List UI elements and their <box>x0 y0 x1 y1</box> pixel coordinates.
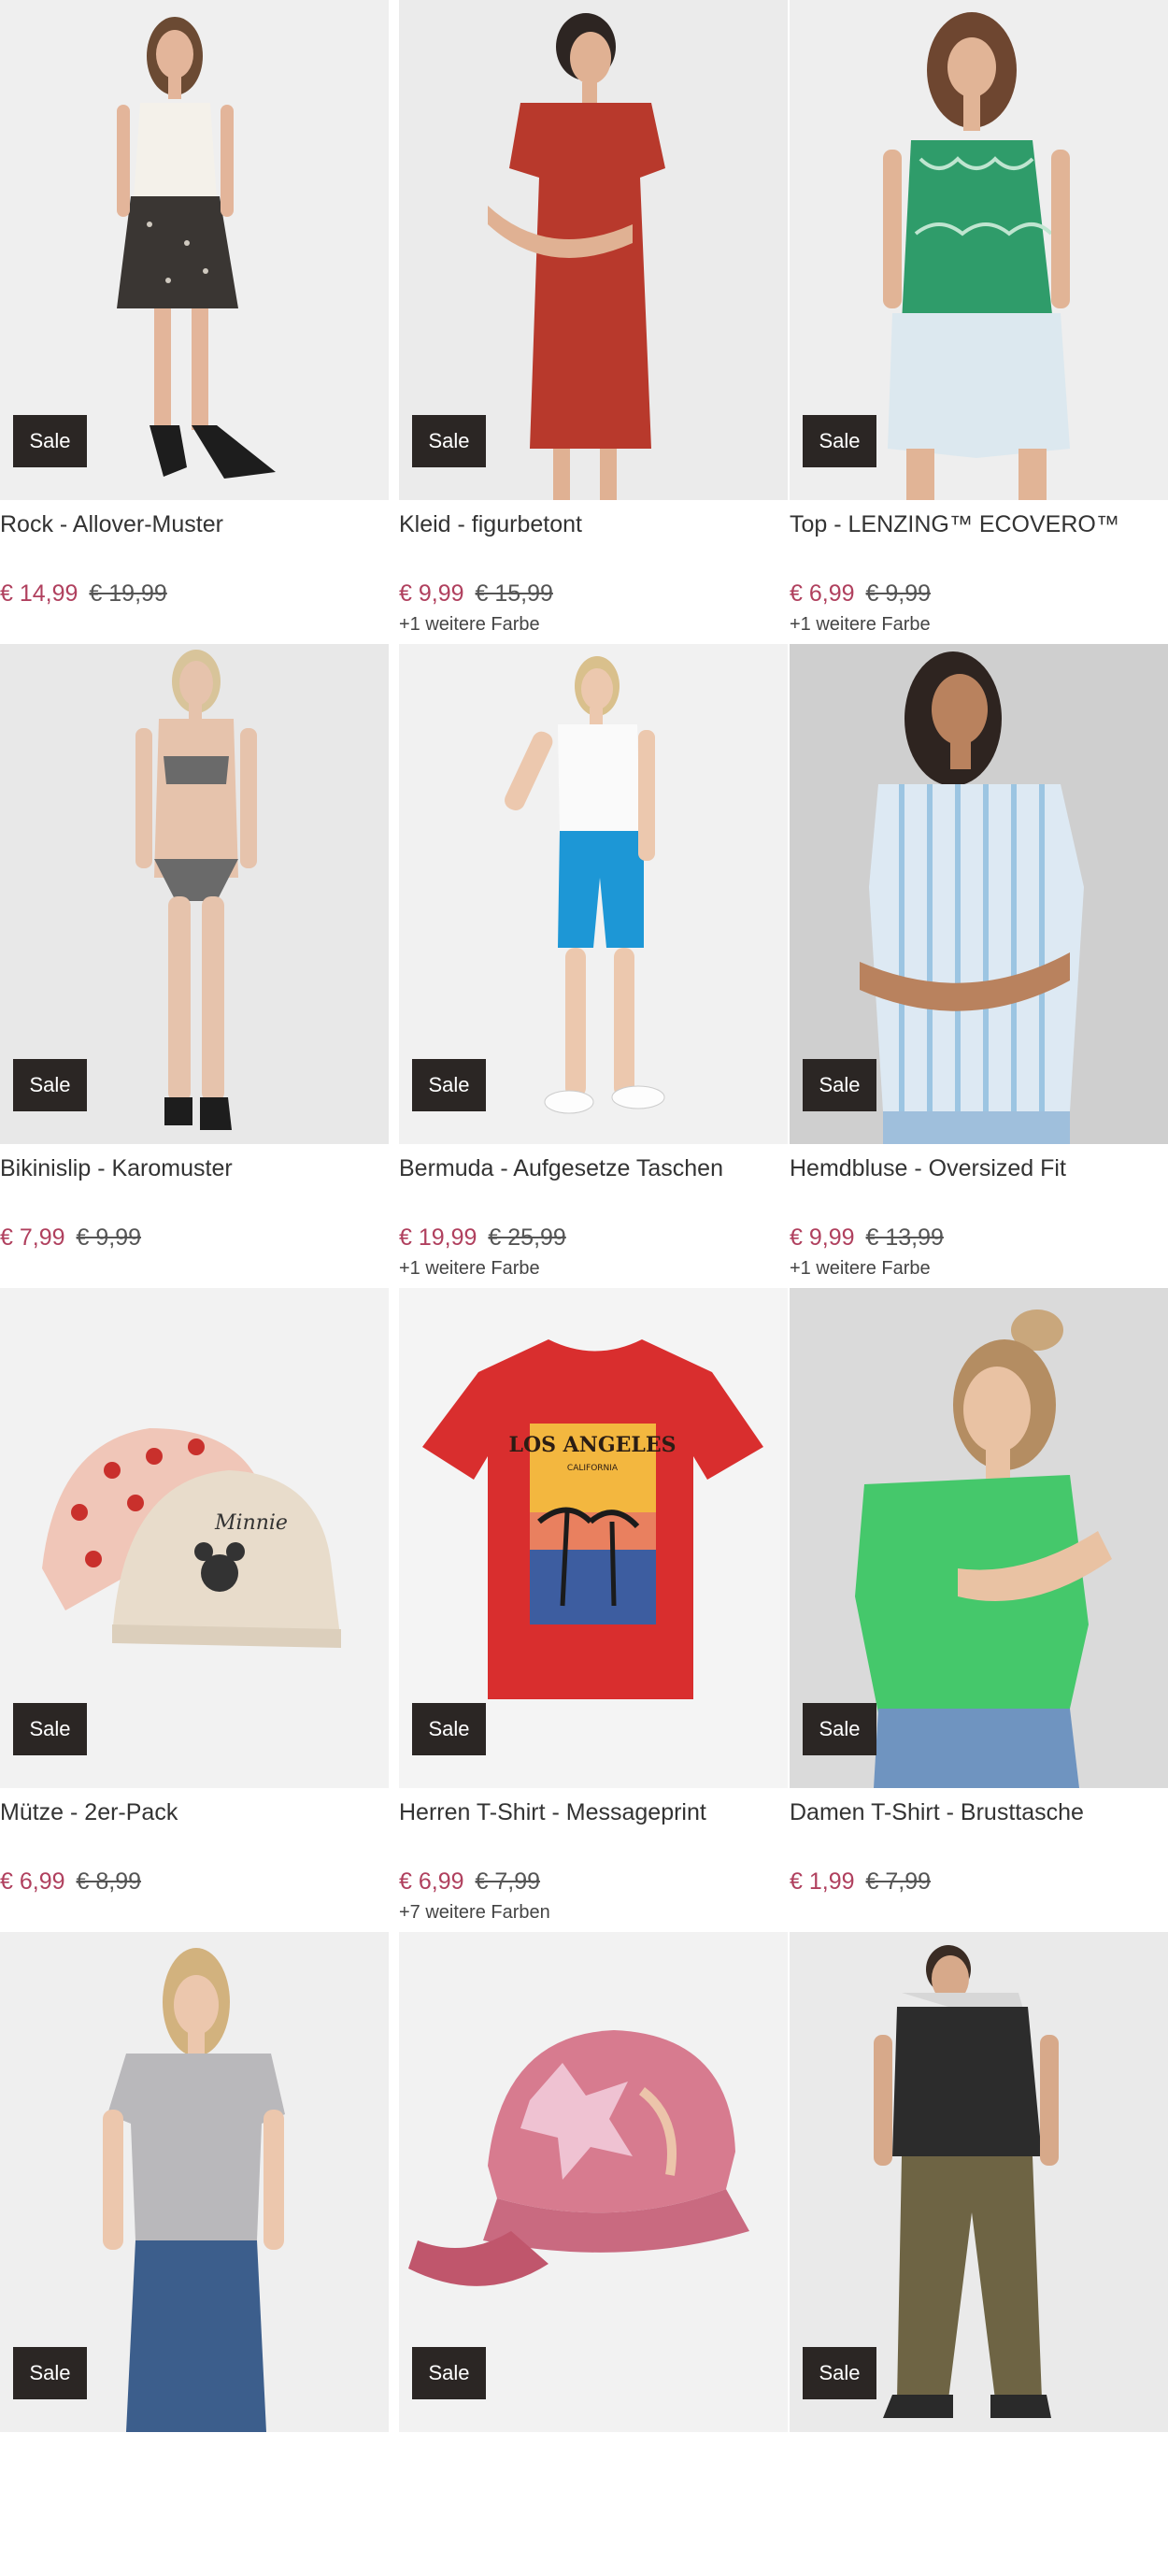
original-price: € 9,99 <box>865 580 932 607</box>
product-info: Kleid - figurbetont € 9,99 € 15,99 +1 wei… <box>389 509 779 637</box>
product-info: Bermuda - Aufgesetze Taschen € 19,99 € 25… <box>389 1153 779 1281</box>
more-colors-note[interactable]: +1 weitere Farbe <box>790 612 1168 637</box>
product-prices: € 6,99 € 7,99 <box>399 1867 779 1896</box>
product-image[interactable]: Sale <box>0 1932 389 2432</box>
sale-badge: Sale <box>803 2347 876 2399</box>
product-prices: € 1,99 € 7,99 <box>790 1867 1168 1896</box>
original-price: € 7,99 <box>865 1868 932 1895</box>
tshirt-print-line2: CALIFORNIA <box>567 1464 619 1473</box>
product-prices: € 14,99 € 19,99 <box>0 579 389 608</box>
sale-price: € 19,99 <box>399 1224 477 1251</box>
product-info: Damen T-Shirt - Brusttasche € 1,99 € 7,99 <box>779 1797 1168 1925</box>
sale-badge: Sale <box>412 2347 486 2399</box>
product-title[interactable]: Herren T-Shirt - Messageprint <box>399 1797 779 1827</box>
product-info: Bikinislip - Karomuster € 7,99 € 9,99 <box>0 1153 389 1281</box>
sale-badge: Sale <box>803 1703 876 1755</box>
product-title[interactable]: Rock - Allover-Muster <box>0 509 389 539</box>
product-card[interactable]: Sale Top - LENZING™ ECOVERO™ € 6,99 € 9,9… <box>779 0 1168 644</box>
original-price: € 13,99 <box>865 1224 944 1251</box>
sale-price: € 7,99 <box>0 1224 65 1251</box>
product-title[interactable]: Damen T-Shirt - Brusttasche <box>790 1797 1168 1827</box>
more-colors-note <box>790 1900 1168 1925</box>
product-image[interactable]: Sale <box>790 1932 1168 2432</box>
sale-badge: Sale <box>412 415 486 467</box>
product-info: Mütze - 2er-Pack € 6,99 € 8,99 <box>0 1797 389 1925</box>
sale-badge: Sale <box>13 2347 87 2399</box>
product-title[interactable]: Kleid - figurbetont <box>399 509 779 539</box>
product-image[interactable]: Sale <box>0 0 389 500</box>
sale-badge: Sale <box>13 1703 87 1755</box>
sale-badge: Sale <box>803 415 876 467</box>
product-card[interactable]: LOS ANGELES CALIFORNIA Sale Herren T-Shi… <box>389 1288 788 1932</box>
original-price: € 25,99 <box>488 1224 566 1251</box>
product-image[interactable]: Sale <box>399 644 788 1144</box>
product-card[interactable]: Sale <box>779 1932 1168 2576</box>
product-prices: € 6,99 € 8,99 <box>0 1867 389 1896</box>
product-image[interactable]: Minnie Sale <box>0 1288 389 1788</box>
more-colors-note[interactable]: +1 weitere Farbe <box>790 1256 1168 1281</box>
product-info: Hemdbluse - Oversized Fit € 9,99 € 13,99 … <box>779 1153 1168 1281</box>
tshirt-print-line1: LOS ANGELES <box>508 1433 676 1457</box>
product-prices: € 6,99 € 9,99 <box>790 579 1168 608</box>
sale-badge: Sale <box>13 1059 87 1111</box>
original-price: € 7,99 <box>475 1868 541 1895</box>
sale-badge: Sale <box>412 1059 486 1111</box>
product-card[interactable]: Sale Kleid - figurbetont € 9,99 € 15,99 +… <box>389 0 788 644</box>
product-card[interactable]: Minnie Sale Mütze - 2er-Pack € 6,99 € 8,9… <box>0 1288 389 1932</box>
sale-price: € 6,99 <box>399 1868 464 1895</box>
product-prices: € 7,99 € 9,99 <box>0 1223 389 1252</box>
product-title[interactable]: Top - LENZING™ ECOVERO™ <box>790 509 1168 539</box>
sale-price: € 6,99 <box>790 580 855 607</box>
product-image[interactable]: Sale <box>790 644 1168 1144</box>
product-prices: € 19,99 € 25,99 <box>399 1223 779 1252</box>
product-image[interactable]: Sale <box>790 0 1168 500</box>
product-card[interactable]: Sale Bermuda - Aufgesetze Taschen € 19,9… <box>389 644 788 1288</box>
sale-badge: Sale <box>412 1703 486 1755</box>
product-prices: € 9,99 € 15,99 <box>399 579 779 608</box>
sale-price: € 1,99 <box>790 1868 855 1895</box>
product-card[interactable]: Sale <box>389 1932 788 2576</box>
product-info: Rock - Allover-Muster € 14,99 € 19,99 <box>0 509 389 637</box>
beanie-print-text: Minnie <box>214 1511 288 1535</box>
product-grid: Sale Rock - Allover-Muster € 14,99 € 19,9… <box>0 0 1168 2576</box>
product-title[interactable]: Bermuda - Aufgesetze Taschen <box>399 1153 779 1183</box>
product-card[interactable]: Sale Rock - Allover-Muster € 14,99 € 19,9… <box>0 0 389 644</box>
product-card[interactable]: Sale <box>0 1932 389 2576</box>
more-colors-note[interactable]: +1 weitere Farbe <box>399 1256 779 1281</box>
product-title[interactable]: Bikinislip - Karomuster <box>0 1153 389 1183</box>
product-title[interactable]: Hemdbluse - Oversized Fit <box>790 1153 1168 1183</box>
product-image[interactable]: LOS ANGELES CALIFORNIA Sale <box>399 1288 788 1788</box>
more-colors-note[interactable]: +7 weitere Farben <box>399 1900 779 1925</box>
product-title[interactable]: Mütze - 2er-Pack <box>0 1797 389 1827</box>
more-colors-note <box>0 612 389 637</box>
sale-badge: Sale <box>803 1059 876 1111</box>
more-colors-note <box>0 1256 389 1281</box>
product-image[interactable]: Sale <box>790 1288 1168 1788</box>
product-card[interactable]: Sale Hemdbluse - Oversized Fit € 9,99 € 1… <box>779 644 1168 1288</box>
original-price: € 19,99 <box>89 580 167 607</box>
product-image[interactable]: Sale <box>399 1932 788 2432</box>
original-price: € 9,99 <box>76 1224 142 1251</box>
original-price: € 15,99 <box>475 580 553 607</box>
product-prices: € 9,99 € 13,99 <box>790 1223 1168 1252</box>
product-card[interactable]: Sale Bikinislip - Karomuster € 7,99 € 9,9… <box>0 644 389 1288</box>
product-image[interactable]: Sale <box>0 644 389 1144</box>
product-info: Herren T-Shirt - Messageprint € 6,99 € 7,… <box>389 1797 779 1925</box>
sale-price: € 9,99 <box>399 580 464 607</box>
product-card[interactable]: Sale Damen T-Shirt - Brusttasche € 1,99 €… <box>779 1288 1168 1932</box>
sale-price: € 9,99 <box>790 1224 855 1251</box>
original-price: € 8,99 <box>76 1868 142 1895</box>
sale-price: € 14,99 <box>0 580 78 607</box>
more-colors-note <box>0 1900 389 1925</box>
more-colors-note[interactable]: +1 weitere Farbe <box>399 612 779 637</box>
product-info: Top - LENZING™ ECOVERO™ € 6,99 € 9,99 +1 … <box>779 509 1168 637</box>
sale-badge: Sale <box>13 415 87 467</box>
sale-price: € 6,99 <box>0 1868 65 1895</box>
product-image[interactable]: Sale <box>399 0 788 500</box>
